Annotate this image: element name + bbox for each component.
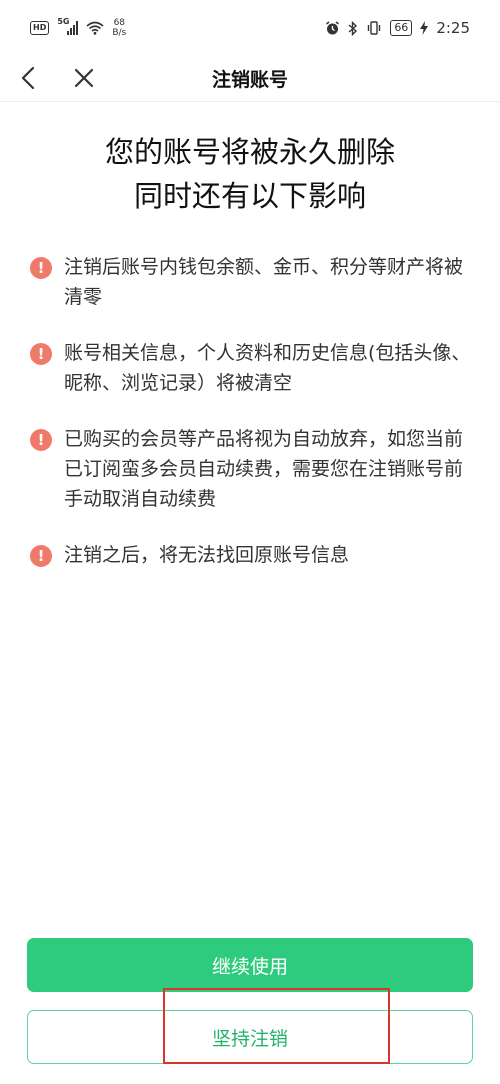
- close-button[interactable]: [66, 60, 102, 96]
- status-right: 66 2:25: [325, 19, 470, 37]
- list-item: ! 注销之后，将无法找回原账号信息: [30, 540, 475, 570]
- back-button[interactable]: [10, 60, 46, 96]
- list-item: ! 注销后账号内钱包余额、金币、积分等财产将被清零: [30, 252, 475, 312]
- hd-badge: HD: [30, 21, 50, 35]
- status-left: HD 5G 68 B/s: [30, 17, 126, 38]
- status-time: 2:25: [436, 19, 470, 37]
- bluetooth-icon: [348, 20, 358, 36]
- warning-icon: !: [30, 343, 52, 365]
- net-speed-unit: B/s: [112, 28, 127, 38]
- headline-line-2: 同时还有以下影响: [133, 179, 366, 213]
- impact-text: 已购买的会员等产品将视为自动放弃，如您当前已订阅蛮多会员自动续费，需要您在注销账…: [64, 428, 464, 510]
- warning-icon: !: [30, 257, 52, 279]
- list-item: ! 已购买的会员等产品将视为自动放弃，如您当前已订阅蛮多会员自动续费，需要您在注…: [30, 424, 475, 514]
- chevron-left-icon: [21, 66, 35, 90]
- warning-icon: !: [30, 545, 52, 567]
- close-icon: [74, 68, 94, 88]
- net-speed: 68 B/s: [112, 18, 126, 38]
- vibrate-icon: [368, 21, 381, 35]
- impact-text: 注销后账号内钱包余额、金币、积分等财产将被清零: [64, 256, 464, 308]
- impact-list: ! 注销后账号内钱包余额、金币、积分等财产将被清零 ! 账号相关信息，个人资料和…: [30, 252, 475, 596]
- impact-text: 账号相关信息，个人资料和历史信息(包括头像、昵称、浏览记录）将被清空: [64, 342, 471, 394]
- charging-icon: [420, 21, 429, 35]
- alarm-icon: [326, 20, 340, 34]
- headline: 您的账号将被永久删除 同时还有以下影响: [0, 130, 500, 218]
- confirm-delete-account-button[interactable]: 坚持注销: [27, 1010, 473, 1064]
- nav-bar: 注销账号: [0, 56, 500, 102]
- impact-text: 注销之后，将无法找回原账号信息: [64, 544, 350, 566]
- battery-level: 66: [390, 20, 413, 36]
- screen: HD 5G 68 B/s 66 2:25 注销账号 您的账号将被永久删除 同时还…: [0, 0, 500, 1084]
- continue-using-button[interactable]: 继续使用: [27, 938, 473, 992]
- network-type: 5G: [57, 17, 70, 26]
- wifi-icon: [86, 21, 104, 35]
- list-item: ! 账号相关信息，个人资料和历史信息(包括头像、昵称、浏览记录）将被清空: [30, 338, 475, 398]
- status-bar: HD 5G 68 B/s 66 2:25: [0, 0, 500, 56]
- net-speed-value: 68: [113, 18, 126, 28]
- cellular-signal-icon: 5G: [57, 17, 79, 35]
- headline-line-1: 您的账号将被永久删除: [104, 135, 395, 169]
- warning-icon: !: [30, 429, 52, 451]
